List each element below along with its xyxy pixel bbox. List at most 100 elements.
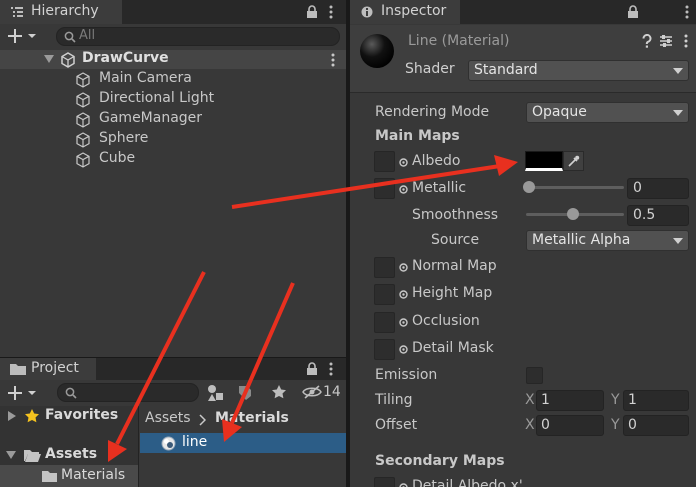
hierarchy-item-main-camera[interactable]: Main Camera — [75, 70, 335, 90]
tiling-x-field[interactable]: 1 — [536, 390, 604, 411]
hidden-packages-count: 14 — [323, 384, 341, 400]
asset-file-label: line — [182, 434, 208, 450]
hierarchy-search-input[interactable]: All — [56, 27, 340, 46]
filter-by-label-icon[interactable] — [238, 385, 252, 401]
normal-map-texture-slot[interactable] — [374, 257, 395, 278]
hierarchy-item-cube[interactable]: Cube — [75, 150, 335, 170]
occlusion-texture-slot[interactable] — [374, 312, 395, 333]
hierarchy-item-label: Main Camera — [99, 70, 192, 86]
source-dropdown[interactable]: Metallic Alpha — [526, 230, 689, 251]
material-header: Line (Material) Shader Standard — [350, 25, 696, 93]
chevron-down-icon — [673, 68, 683, 74]
hierarchy-item-directional-light[interactable]: Directional Light — [75, 90, 335, 110]
tab-inspector[interactable]: Inspector — [350, 0, 460, 24]
search-icon — [64, 31, 76, 43]
hierarchy-item-gamemanager[interactable]: GameManager — [75, 110, 335, 130]
breadcrumb: Assets Materials — [145, 410, 345, 430]
help-icon[interactable] — [641, 34, 653, 48]
chevron-down-icon — [673, 110, 683, 116]
more-options-icon[interactable] — [685, 5, 689, 19]
object-picker-icon[interactable] — [399, 185, 408, 194]
tiling-y-field[interactable]: 1 — [623, 390, 689, 411]
lock-icon[interactable] — [306, 5, 318, 19]
filter-by-type-icon[interactable] — [206, 384, 224, 402]
hierarchy-tab-label: Hierarchy — [31, 3, 99, 19]
object-picker-icon[interactable] — [399, 263, 408, 272]
more-options-icon[interactable] — [329, 5, 333, 19]
rendering-mode-dropdown[interactable]: Opaque — [526, 102, 689, 123]
lock-icon[interactable] — [627, 5, 639, 19]
metallic-value-field[interactable]: 0 — [627, 178, 689, 199]
eyedropper-icon — [568, 155, 580, 167]
tree-item-assets[interactable]: Assets — [0, 445, 138, 465]
scene-row[interactable]: DrawCurve — [0, 50, 346, 69]
metallic-slider-track[interactable] — [526, 186, 624, 189]
height-map-texture-slot[interactable] — [374, 284, 395, 305]
rendering-mode-value: Opaque — [532, 104, 587, 120]
smoothness-value: 0.5 — [633, 207, 656, 223]
breadcrumb-assets[interactable]: Assets — [145, 410, 191, 426]
emission-checkbox[interactable] — [526, 367, 543, 384]
breadcrumb-materials[interactable]: Materials — [215, 410, 289, 426]
smoothness-slider-thumb[interactable] — [567, 208, 579, 220]
main-maps-heading: Main Maps — [375, 128, 460, 144]
project-panel: Project 14 Favorites Assets Materials As… — [0, 358, 346, 487]
hidden-packages-eye-icon[interactable] — [302, 385, 322, 399]
chevron-down-icon — [673, 238, 683, 244]
albedo-texture-slot[interactable] — [374, 151, 395, 172]
object-picker-icon[interactable] — [399, 290, 408, 299]
shader-dropdown[interactable]: Standard — [468, 60, 689, 81]
detail-albedo-texture-slot[interactable] — [374, 477, 395, 487]
metallic-texture-slot[interactable] — [374, 178, 395, 199]
tiling-y-value: 1 — [628, 392, 637, 408]
object-picker-icon[interactable] — [399, 345, 408, 354]
tree-item-materials[interactable]: Materials — [0, 465, 138, 487]
tab-project[interactable]: Project — [0, 358, 96, 380]
tree-item-favorites[interactable]: Favorites — [0, 406, 138, 426]
scene-more-icon[interactable] — [331, 53, 335, 67]
hierarchy-item-label: Cube — [99, 150, 136, 166]
collapse-arrow-icon[interactable] — [8, 411, 16, 421]
detail-mask-texture-slot[interactable] — [374, 339, 395, 360]
add-icon[interactable] — [8, 385, 38, 401]
project-splitter[interactable] — [138, 406, 139, 487]
assets-label: Assets — [45, 446, 98, 462]
eyedropper-button[interactable] — [563, 151, 584, 171]
open-folder-icon — [24, 449, 41, 462]
metallic-value: 0 — [633, 180, 642, 196]
favorite-star-icon[interactable] — [271, 384, 287, 400]
lock-icon[interactable] — [306, 362, 318, 376]
preset-sliders-icon[interactable] — [659, 34, 673, 48]
material-title: Line (Material) — [408, 33, 510, 49]
info-icon — [361, 6, 373, 18]
offset-y-field[interactable]: 0 — [623, 415, 689, 436]
material-preview-sphere — [359, 33, 395, 69]
tab-hierarchy[interactable]: Hierarchy — [0, 0, 122, 24]
detail-mask-label: Detail Mask — [412, 340, 494, 356]
project-tree: Favorites Assets Materials — [0, 406, 138, 487]
object-picker-icon[interactable] — [399, 158, 408, 167]
project-search-input[interactable] — [57, 383, 199, 402]
expand-arrow-icon[interactable] — [44, 55, 54, 63]
asset-file-row[interactable]: line — [140, 433, 346, 453]
more-options-icon[interactable] — [684, 34, 688, 48]
expand-arrow-icon[interactable] — [6, 451, 16, 459]
gameobject-cube-icon — [75, 112, 91, 128]
chevron-right-icon — [199, 414, 206, 426]
folder-icon — [42, 470, 57, 482]
gameobject-cube-icon — [75, 132, 91, 148]
metallic-slider-thumb[interactable] — [523, 181, 535, 193]
shader-label: Shader — [405, 61, 455, 77]
hierarchy-item-sphere[interactable]: Sphere — [75, 130, 335, 150]
add-icon[interactable] — [8, 28, 38, 44]
smoothness-value-field[interactable]: 0.5 — [627, 205, 689, 226]
more-options-icon[interactable] — [329, 362, 333, 376]
offset-x-field[interactable]: 0 — [536, 415, 604, 436]
albedo-color-swatch[interactable] — [525, 151, 563, 171]
hierarchy-item-label: GameManager — [99, 110, 203, 126]
tiling-x-value: 1 — [541, 392, 550, 408]
object-picker-icon[interactable] — [399, 318, 408, 327]
gameobject-cube-icon — [75, 152, 91, 168]
object-picker-icon[interactable] — [399, 483, 408, 487]
tiling-y-label: Y — [611, 392, 620, 408]
